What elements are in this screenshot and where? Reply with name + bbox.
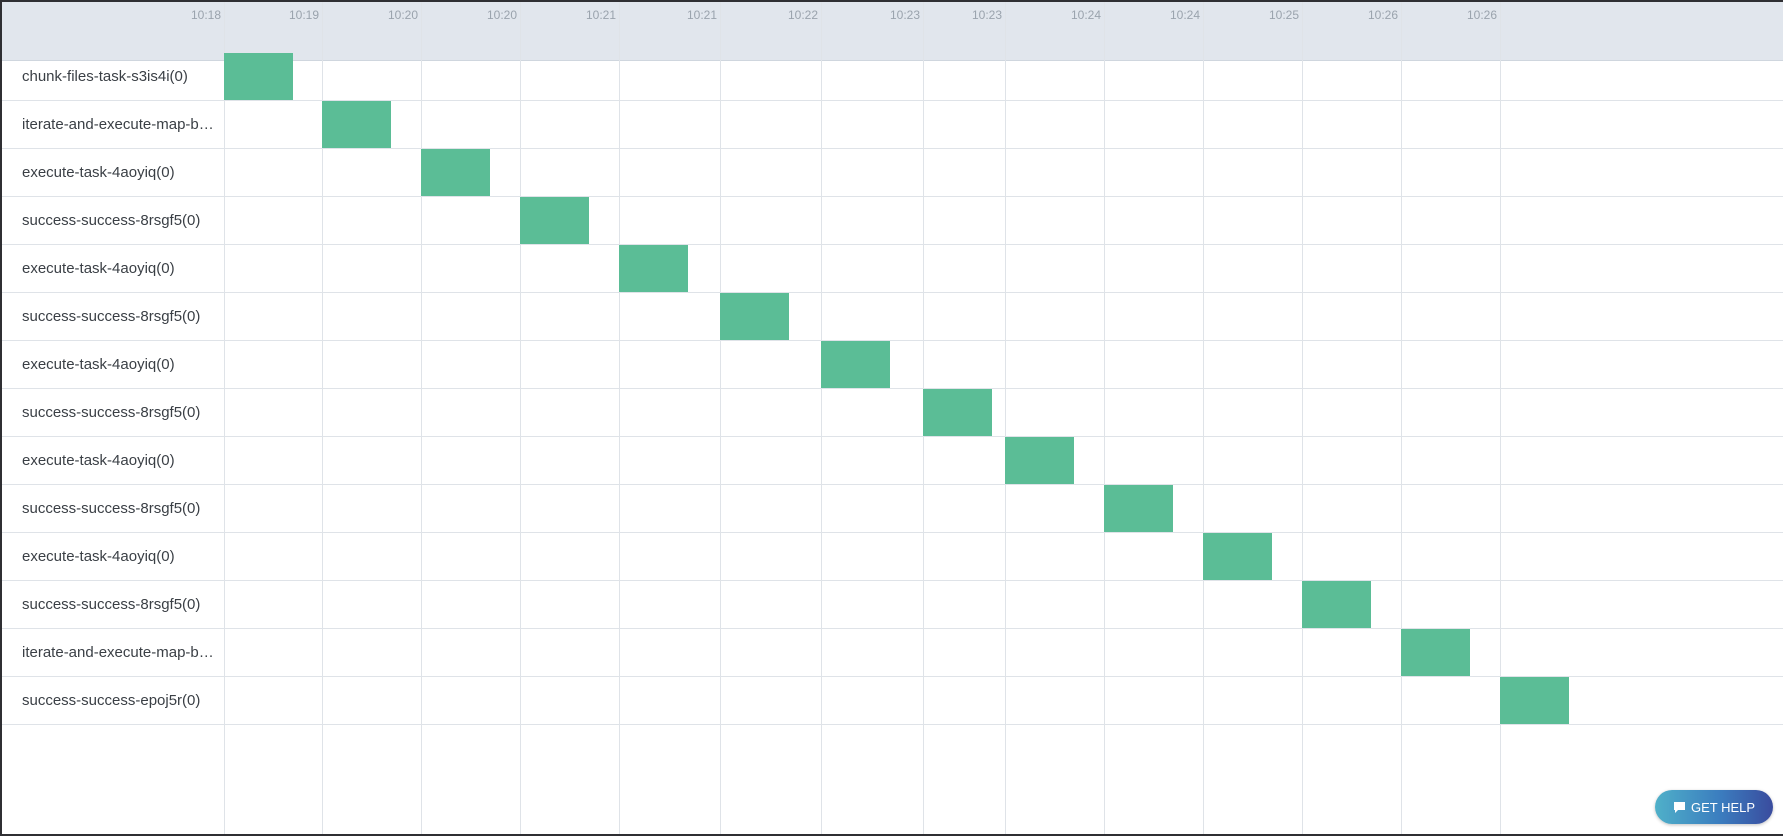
task-label: execute-task-4aoyiq(0) <box>22 260 175 277</box>
task-row: execute-task-4aoyiq(0) <box>2 245 1783 293</box>
time-tick-label: 10:22 <box>787 8 818 22</box>
task-label: iterate-and-execute-map-b… <box>22 644 214 661</box>
task-bar[interactable] <box>1203 533 1272 580</box>
gantt-view: 10:18 10:19 10:20 10:20 10:21 10:21 10:22 10:23… <box>2 2 1783 834</box>
task-row: execute-task-4aoyiq(0) <box>2 149 1783 197</box>
task-label: success-success-8rsgf5(0) <box>22 212 201 229</box>
task-row: success-success-8rsgf5(0) <box>2 293 1783 341</box>
time-tick-label: 10:21 <box>686 8 717 22</box>
get-help-label: GET HELP <box>1690 799 1756 815</box>
time-tick-label: 10:25 <box>1268 8 1299 22</box>
time-tick-label: 10:20 <box>387 8 418 22</box>
task-bar[interactable] <box>720 293 789 340</box>
time-tick-label: 10:24 <box>1169 8 1200 22</box>
chat-bubble-icon <box>1673 801 1686 814</box>
time-tick-label: 10:18 <box>190 8 221 22</box>
task-bar[interactable] <box>421 149 490 196</box>
time-tick-label: 10:23 <box>889 8 920 22</box>
task-bar[interactable] <box>619 245 688 292</box>
task-row: chunk-files-task-s3is4i(0) <box>2 53 1783 101</box>
task-bar[interactable] <box>923 389 992 436</box>
task-row: execute-task-4aoyiq(0) <box>2 437 1783 485</box>
time-tick-label: 10:21 <box>585 8 616 22</box>
task-label: execute-task-4aoyiq(0) <box>22 164 175 181</box>
task-bar[interactable] <box>322 101 391 148</box>
task-label: execute-task-4aoyiq(0) <box>22 356 175 373</box>
task-row: success-success-8rsgf5(0) <box>2 197 1783 245</box>
time-tick-label: 10:23 <box>971 8 1002 22</box>
task-bar[interactable] <box>1302 581 1371 628</box>
task-bar[interactable] <box>1005 437 1074 484</box>
task-bar[interactable] <box>821 341 890 388</box>
task-row: iterate-and-execute-map-b… <box>2 629 1783 677</box>
task-label: success-success-epoj5r(0) <box>22 692 201 709</box>
task-bar[interactable] <box>1500 677 1569 724</box>
task-row: success-success-8rsgf5(0) <box>2 389 1783 437</box>
task-label: execute-task-4aoyiq(0) <box>22 548 175 565</box>
task-bar[interactable] <box>1401 629 1470 676</box>
task-bar[interactable] <box>224 53 293 100</box>
task-row: execute-task-4aoyiq(0) <box>2 533 1783 581</box>
get-help-button[interactable]: GET HELP <box>1655 790 1773 824</box>
task-row: execute-task-4aoyiq(0) <box>2 341 1783 389</box>
task-label: success-success-8rsgf5(0) <box>22 308 201 325</box>
task-label: success-success-8rsgf5(0) <box>22 500 201 517</box>
time-tick-label: 10:26 <box>1367 8 1398 22</box>
task-row: iterate-and-execute-map-b… <box>2 101 1783 149</box>
task-row: success-success-8rsgf5(0) <box>2 581 1783 629</box>
task-bar[interactable] <box>1104 485 1173 532</box>
task-label: execute-task-4aoyiq(0) <box>22 452 175 469</box>
task-bar[interactable] <box>520 197 589 244</box>
task-label: success-success-8rsgf5(0) <box>22 404 201 421</box>
task-row: success-success-epoj5r(0) <box>2 677 1783 725</box>
time-tick-label: 10:26 <box>1466 8 1497 22</box>
time-tick-label: 10:19 <box>288 8 319 22</box>
task-label: success-success-8rsgf5(0) <box>22 596 201 613</box>
task-row: success-success-8rsgf5(0) <box>2 485 1783 533</box>
task-label: iterate-and-execute-map-b… <box>22 116 214 133</box>
time-tick-label: 10:20 <box>486 8 517 22</box>
task-label: chunk-files-task-s3is4i(0) <box>22 68 188 85</box>
time-tick-label: 10:24 <box>1070 8 1101 22</box>
